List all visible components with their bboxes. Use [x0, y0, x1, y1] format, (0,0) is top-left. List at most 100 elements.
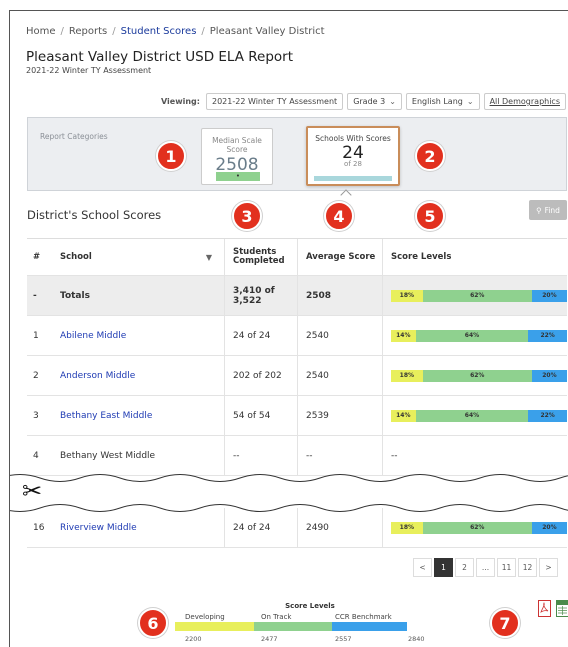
subject-select[interactable]: English Lang ⌄: [405, 93, 480, 110]
average-score: 2540: [297, 316, 381, 355]
demographics-value: All Demographics: [489, 97, 560, 106]
scissors-icon: ✂: [22, 477, 43, 505]
level-ccr: 20%: [531, 521, 568, 534]
page-title: Pleasant Valley District USD ELA Report: [26, 49, 294, 65]
breadcrumb-reports[interactable]: Reports: [69, 26, 107, 37]
card-heading: Schools With Scores: [315, 134, 391, 143]
prev-page-button[interactable]: <: [413, 558, 432, 577]
excel-export-icon[interactable]: [556, 600, 568, 617]
callout-badge-1: 1: [156, 141, 186, 171]
page-subtitle: 2021-22 Winter TY Assessment: [26, 66, 152, 75]
students-completed: 24 of 24: [224, 316, 294, 355]
school-scores-table: # School ▼ Students Completed Average Sco…: [27, 238, 568, 476]
level-ccr: 22%: [528, 329, 567, 342]
legend-bar: [175, 622, 407, 631]
level-developing: 14%: [391, 329, 416, 342]
table-row: 3 Bethany East Middle 54 of 54 2539 14% 64% 22…: [27, 396, 567, 436]
page-button[interactable]: 1: [434, 558, 453, 577]
page-ellipsis: ...: [476, 558, 495, 577]
col-average[interactable]: Average Score: [297, 239, 381, 275]
breadcrumb-district: Pleasant Valley District: [209, 26, 325, 37]
col-students[interactable]: Students Completed: [224, 239, 294, 275]
selected-card-caret: [340, 189, 352, 201]
subject-value: English Lang: [411, 97, 463, 106]
pagination: <1 2... 11 12 >: [413, 558, 558, 577]
sort-caret-icon[interactable]: ▼: [206, 253, 212, 262]
col-number: #: [33, 252, 41, 262]
assessment-select[interactable]: 2021-22 Winter TY Assessment: [205, 93, 344, 110]
legend-seg-on-track: [254, 622, 332, 631]
legend-ccr: CCR Benchmark: [335, 613, 392, 621]
school-link[interactable]: Abilene Middle: [60, 316, 216, 355]
col-students-label: Students Completed: [233, 247, 285, 266]
col-school[interactable]: School ▼: [60, 239, 216, 275]
callout-badge-6: 6: [138, 608, 168, 638]
average-score: 2508: [297, 276, 381, 315]
schools-with-scores-card[interactable]: Schools With Scores 24 of 28: [306, 126, 400, 186]
score-levels: 14% 64% 22%: [382, 316, 567, 355]
callout-badge-7: 7: [490, 608, 520, 638]
page-button[interactable]: 12: [518, 558, 537, 577]
page-button[interactable]: 2: [455, 558, 474, 577]
col-levels[interactable]: Score Levels: [382, 239, 567, 275]
find-button[interactable]: ⚲ Find: [529, 200, 567, 220]
average-score: 2490: [297, 508, 381, 547]
grade-value: Grade 3: [353, 97, 386, 106]
callout-badge-4: 4: [324, 201, 354, 231]
section-title: District's School Scores: [27, 208, 162, 222]
school-link[interactable]: Bethany East Middle: [60, 396, 216, 435]
breadcrumb-student-scores[interactable]: Student Scores: [121, 26, 197, 37]
viewing-filters: Viewing: 2021-22 Winter TY Assessment Gr…: [10, 93, 566, 110]
average-score: 2539: [297, 396, 381, 435]
level-on-track: 62%: [422, 521, 532, 534]
chevron-down-icon: ⌄: [389, 97, 396, 106]
students-completed: 3,410 of 3,522: [224, 276, 294, 315]
level-developing: 18%: [391, 289, 423, 302]
school-name: Totals: [60, 290, 90, 301]
score-levels: 18% 62% 20%: [382, 276, 568, 315]
report-categories-panel: Report Categories Median Scale Score 250…: [27, 117, 567, 191]
score-levels: 18% 62% 20%: [382, 356, 568, 395]
table-header: # School ▼ Students Completed Average Sco…: [27, 238, 567, 276]
average-score: 2540: [297, 356, 381, 395]
grade-select[interactable]: Grade 3 ⌄: [347, 93, 402, 110]
table-row: 16 Riverview Middle 24 of 24 2490 18% 62%…: [27, 508, 568, 548]
legend-tick: 2477: [261, 635, 278, 643]
level-developing: 18%: [391, 521, 423, 534]
level-on-track: 64%: [415, 329, 529, 342]
card-of-total: of 28: [344, 160, 362, 168]
school-link[interactable]: Anderson Middle: [60, 356, 216, 395]
pdf-export-icon[interactable]: [538, 600, 551, 617]
table-row: 1 Abilene Middle 24 of 24 2540 14% 64% 22%: [27, 316, 567, 356]
school-link[interactable]: Riverview Middle: [60, 508, 216, 547]
callout-badge-2: 2: [415, 141, 445, 171]
row-number: 2: [33, 370, 39, 381]
level-ccr: 20%: [531, 289, 568, 302]
table-row: 2 Anderson Middle 202 of 202 2540 18% 62% 20%: [27, 356, 568, 396]
score-level-bar: 18% 62% 20%: [391, 521, 568, 534]
median-scale-score-card[interactable]: Median Scale Score 2508 •: [201, 128, 273, 185]
card-level-bar: •: [216, 172, 260, 181]
legend-developing: Developing: [185, 613, 225, 621]
next-page-button[interactable]: >: [539, 558, 558, 577]
row-number: 3: [33, 410, 39, 421]
level-developing: 14%: [391, 409, 416, 422]
legend-tick: 2557: [335, 635, 352, 643]
page-button[interactable]: 11: [497, 558, 516, 577]
level-ccr: 22%: [528, 409, 567, 422]
legend-on-track: On Track: [261, 613, 292, 621]
students-completed: 24 of 24: [224, 508, 294, 547]
callout-badge-5: 5: [415, 201, 445, 231]
students-completed: 54 of 54: [224, 396, 294, 435]
totals-row: - Totals 3,410 of 3,522 2508 18% 62% 20%: [27, 276, 568, 316]
demographics-select[interactable]: All Demographics: [483, 93, 566, 110]
score-level-bar: 14% 64% 22%: [391, 329, 567, 342]
chevron-down-icon: ⌄: [466, 97, 474, 106]
row-number: 16: [33, 522, 45, 533]
row-number: -: [33, 290, 37, 301]
legend-title: Score Levels: [285, 602, 335, 610]
breadcrumb-home[interactable]: Home: [26, 26, 56, 37]
level-on-track: 64%: [415, 409, 529, 422]
legend-tick: 2200: [185, 635, 202, 643]
row-number: 1: [33, 330, 39, 341]
